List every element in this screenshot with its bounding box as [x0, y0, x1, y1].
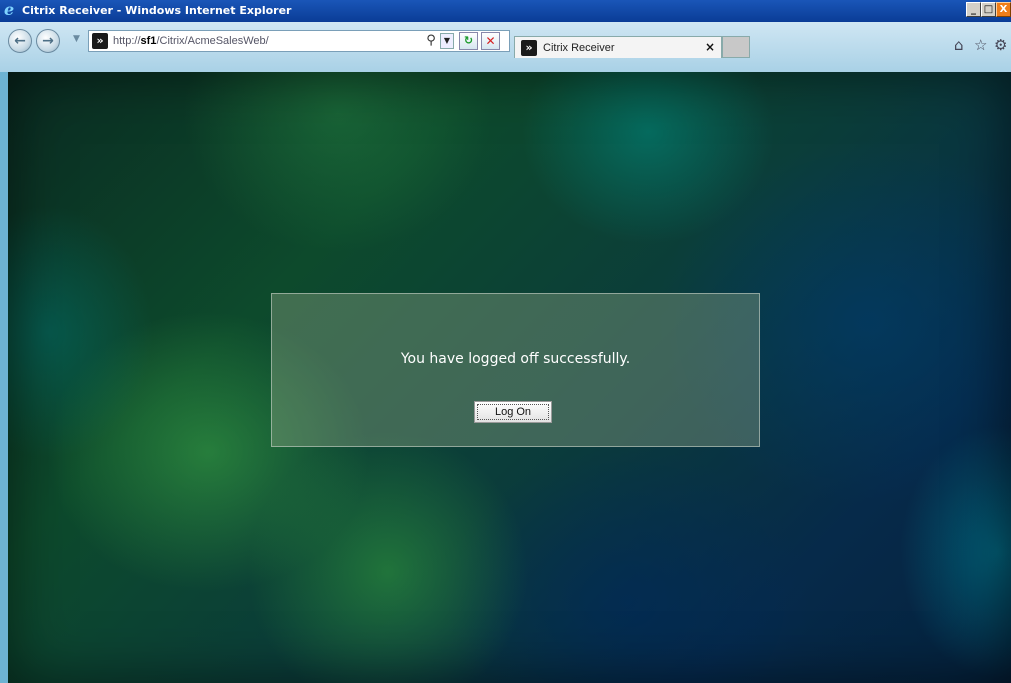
tab-label: Citrix Receiver	[543, 42, 615, 54]
search-icon[interactable]: ⚲	[423, 33, 439, 49]
address-dropdown-icon[interactable]: ▼	[440, 33, 454, 49]
window-title: Citrix Receiver - Windows Internet Explo…	[22, 4, 292, 17]
title-bar: e Citrix Receiver - Windows Internet Exp…	[0, 0, 1011, 22]
new-tab-button[interactable]	[722, 36, 750, 58]
forward-arrow-icon: →	[42, 33, 54, 49]
close-window-button[interactable]: X	[996, 2, 1011, 17]
citrix-tab-icon: »	[521, 40, 537, 56]
star-icon[interactable]: ☆	[974, 36, 987, 54]
logoff-message: You have logged off successfully.	[400, 351, 631, 367]
maximize-button[interactable]: □	[981, 2, 996, 17]
citrix-site-icon: »	[92, 33, 108, 49]
log-on-button[interactable]: Log On	[474, 401, 552, 423]
minimize-button[interactable]: _	[966, 2, 981, 17]
tab-close-icon[interactable]: ×	[705, 40, 715, 55]
internet-explorer-icon: e	[4, 0, 15, 19]
url-path: /Citrix/AcmeSalesWeb/	[156, 35, 269, 47]
forward-button[interactable]: →	[36, 29, 60, 53]
page-content: You have logged off successfully. Log On	[8, 72, 1011, 683]
browser-window: e Citrix Receiver - Windows Internet Exp…	[0, 0, 1011, 683]
address-url[interactable]: http://sf1/Citrix/AcmeSalesWeb/	[113, 34, 269, 49]
stop-icon[interactable]: ✕	[481, 32, 500, 50]
refresh-icon[interactable]: ↻	[459, 32, 478, 50]
address-bar[interactable]: » http://sf1/Citrix/AcmeSalesWeb/ ⚲ ▼ ↻ …	[88, 30, 510, 52]
navigation-bar: ← → ▼ » http://sf1/Citrix/AcmeSalesWeb/ …	[0, 22, 1011, 72]
home-icon[interactable]: ⌂	[954, 36, 964, 54]
url-host: sf1	[140, 35, 157, 47]
back-button[interactable]: ←	[8, 29, 32, 53]
gear-icon[interactable]: ⚙	[994, 36, 1007, 54]
tab-citrix-receiver[interactable]: » Citrix Receiver ×	[514, 36, 722, 58]
logoff-panel: You have logged off successfully. Log On	[271, 293, 760, 447]
back-arrow-icon: ←	[14, 33, 26, 49]
recent-pages-dropdown-icon[interactable]: ▼	[73, 34, 80, 44]
url-prefix: http://	[113, 35, 141, 47]
